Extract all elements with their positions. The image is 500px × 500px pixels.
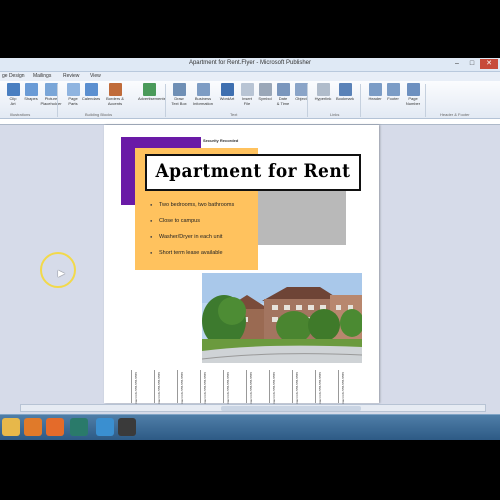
ribbon-button-icon: [386, 83, 400, 96]
ribbon-button-icon: [24, 83, 38, 96]
close-button[interactable]: ✕: [480, 59, 498, 69]
ribbon-button-icon: [196, 83, 210, 96]
ribbon-button-label: Shapes: [24, 96, 38, 101]
ribbon-group-label: Building Blocks: [85, 112, 113, 117]
flyer-title: Apartment for Rent: [155, 161, 351, 182]
ribbon-button-label: Calendars: [81, 96, 101, 101]
ribbon-button-15[interactable]: Bookmark: [334, 83, 356, 102]
taskbar-media-player-icon[interactable]: [24, 418, 42, 436]
window-controls: – □ ✕: [450, 59, 498, 69]
ribbon-button-icon: [276, 83, 290, 96]
tear-off-tab[interactable]: Contact Info 555-555-5555: [315, 370, 338, 408]
taskbar-app-icon-icon[interactable]: [96, 418, 114, 436]
ribbon-button-icon: [220, 83, 234, 96]
ribbon-button-7[interactable]: Draw Text Box: [168, 83, 190, 106]
ribbon-separator: [57, 84, 58, 117]
title-text-box[interactable]: Apartment for Rent: [145, 154, 361, 191]
tear-off-tab[interactable]: Contact Info 555-555-5555: [131, 370, 154, 408]
bullet-list[interactable]: Two bedrooms, two bathrooms Close to cam…: [150, 202, 234, 266]
ribbon-button-1[interactable]: Shapes: [20, 83, 42, 102]
ribbon-button-label: Business Information: [192, 96, 213, 106]
ribbon-button-6[interactable]: Advertisements: [138, 83, 166, 102]
tear-off-tab[interactable]: Contact Info 555-555-5555: [177, 370, 200, 408]
ribbon-button-label: Picture Placeholder: [40, 96, 62, 106]
ribbon-button-17[interactable]: Footer: [382, 83, 404, 102]
tab-mailings[interactable]: Mailings: [33, 73, 51, 79]
ribbon-button-label: Advertisements: [138, 96, 166, 101]
ribbon-button-label: Footer: [387, 96, 399, 101]
tear-off-tab[interactable]: Contact Info 555-555-5555: [269, 370, 292, 408]
ribbon-button-icon: [84, 83, 98, 96]
title-bar: Apartment for Rent.Flyer - Microsoft Pub…: [0, 58, 500, 72]
maximize-button[interactable]: □: [465, 59, 479, 69]
tear-off-tab[interactable]: Contact Info 555-555-5555: [223, 370, 246, 408]
tear-off-tab[interactable]: Contact Info 555-555-5555: [338, 370, 361, 408]
taskbar-firefox-icon[interactable]: [46, 418, 64, 436]
ribbon-button-icon: [368, 83, 382, 96]
ribbon-button-icon: [240, 83, 254, 96]
tab-review[interactable]: Review: [63, 73, 79, 79]
bullet-item: Close to campus: [150, 218, 234, 224]
ribbon-button-8[interactable]: Business Information: [192, 83, 214, 106]
ribbon-button-icon: [258, 83, 272, 96]
ribbon-group-label: Links: [330, 112, 340, 117]
ribbon-separator: [425, 84, 426, 117]
ribbon-separator: [360, 84, 361, 117]
ribbon-button-4[interactable]: Calendars: [80, 83, 102, 102]
ribbon-button-icon: [108, 83, 122, 96]
tear-off-tab[interactable]: Contact Info 555-555-5555: [246, 370, 269, 408]
ribbon-button-label: WordArt: [219, 96, 235, 101]
ribbon-button-label: Page Number: [405, 96, 421, 106]
tab-page-design[interactable]: ge Design: [2, 73, 25, 79]
tear-off-tab[interactable]: Contact Info 555-555-5555: [200, 370, 223, 408]
tear-off-tabs: Contact Info 555-555-5555 Contact Info 5…: [131, 370, 361, 408]
ribbon-separator: [307, 84, 308, 117]
ribbon: Clip Art Shapes Picture Placeholder Page Pa…: [0, 81, 500, 119]
ribbon-button-icon: [316, 83, 330, 96]
ribbon-button-icon: [294, 83, 308, 96]
ribbon-button-2[interactable]: Picture Placeholder: [40, 83, 62, 106]
ribbon-button-icon: [338, 83, 352, 96]
ribbon-button-icon: [66, 83, 80, 96]
ribbon-button-label: Draw Text Box: [171, 96, 187, 106]
ribbon-button-18[interactable]: Page Number: [402, 83, 424, 106]
taskbar-publisher-icon[interactable]: [70, 418, 88, 436]
taskbar-recorder-icon[interactable]: [118, 418, 136, 436]
tear-off-tab[interactable]: Contact Info 555-555-5555: [292, 370, 315, 408]
ribbon-button-icon: [6, 83, 20, 96]
ribbon-button-14[interactable]: Hyperlink: [312, 83, 334, 102]
ribbon-button-9[interactable]: WordArt: [216, 83, 238, 102]
ribbon-button-icon: [172, 83, 186, 96]
window-title: Apartment for Rent.Flyer - Microsoft Pub…: [188, 60, 312, 66]
taskbar-file-explorer-icon[interactable]: [2, 418, 20, 436]
ribbon-button-icon: [44, 83, 58, 96]
header-text-box[interactable]: Security Recorded: [203, 138, 238, 143]
ribbon-button-label: Object: [295, 96, 307, 101]
bullet-item: Short term lease available: [150, 250, 234, 256]
scrollbar-thumb[interactable]: [221, 406, 361, 411]
bullet-item: Two bedrooms, two bathrooms: [150, 202, 234, 208]
tear-off-tab[interactable]: Contact Info 555-555-5555: [154, 370, 177, 408]
ribbon-button-label: Hyperlink: [314, 96, 332, 101]
publisher-window: Apartment for Rent.Flyer - Microsoft Pub…: [0, 58, 500, 440]
minimize-button[interactable]: –: [450, 59, 464, 69]
ribbon-tabs: ge Design Mailings Review View: [0, 72, 500, 81]
ribbon-button-label: Borders & Accents: [106, 96, 124, 106]
flyer-page[interactable]: Security Recorded Apartment for Rent Two…: [104, 125, 379, 408]
ribbon-group-label: Text: [230, 112, 238, 117]
ribbon-group-label: Header & Footer: [440, 112, 470, 117]
ribbon-button-label: Bookmark: [335, 96, 354, 101]
ribbon-button-13[interactable]: Object: [290, 83, 312, 102]
tab-view[interactable]: View: [90, 73, 101, 79]
taskbar: [0, 414, 500, 440]
ribbon-button-5[interactable]: Borders & Accents: [104, 83, 126, 106]
apartment-photo[interactable]: [202, 273, 362, 363]
mouse-cursor-icon: ▶: [58, 268, 65, 278]
horizontal-scrollbar[interactable]: [20, 404, 486, 412]
ribbon-group-label: Illustrations: [10, 112, 31, 117]
ribbon-separator: [165, 84, 166, 117]
bullet-item: Washer/Dryer in each unit: [150, 234, 234, 240]
ribbon-button-icon: [406, 83, 420, 96]
ribbon-button-icon: [142, 83, 156, 96]
